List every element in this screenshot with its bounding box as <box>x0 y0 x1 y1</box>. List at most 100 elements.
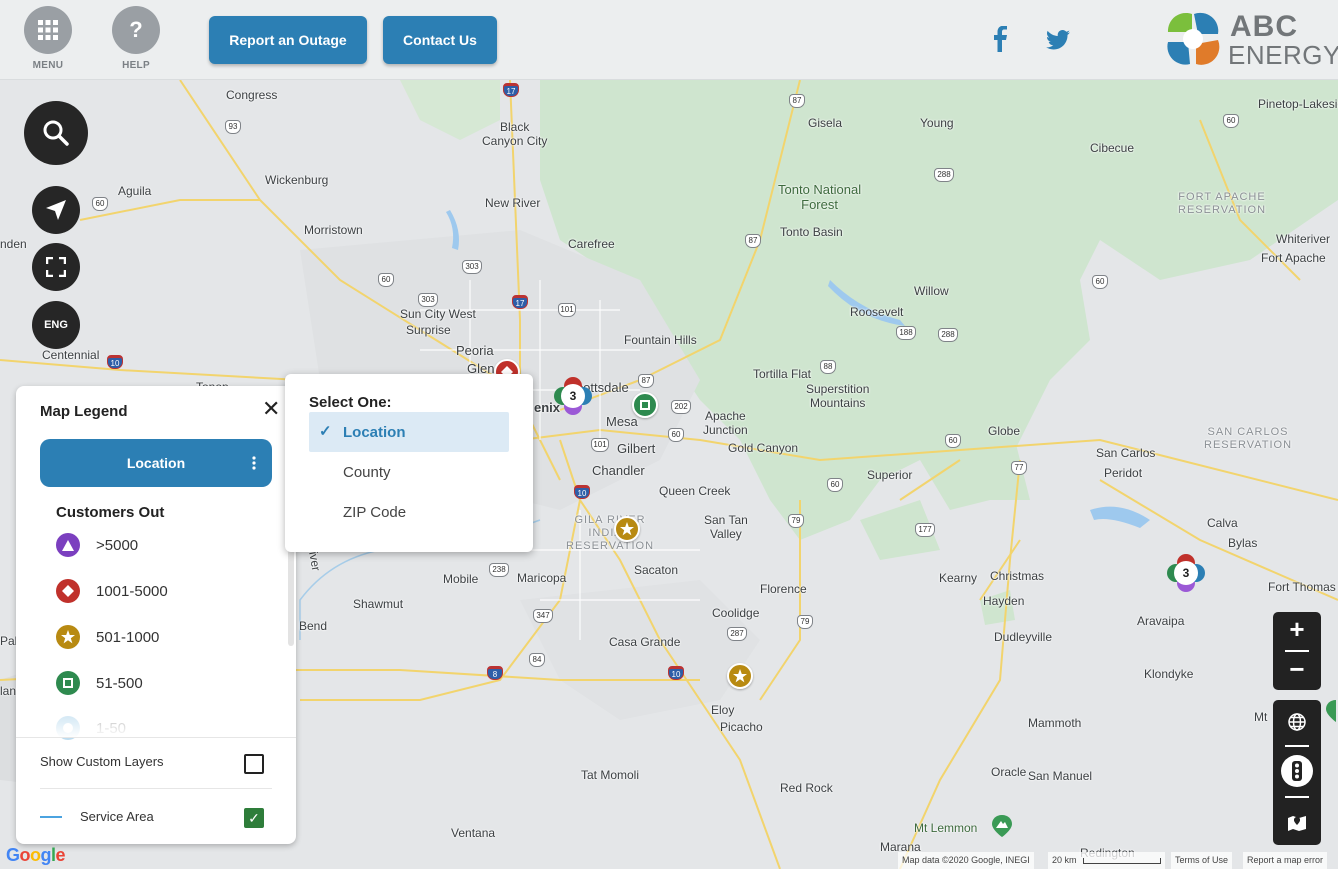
fullscreen-icon <box>46 257 66 277</box>
grid-icon <box>24 6 72 54</box>
mountain-icon <box>1326 700 1338 727</box>
place-label: Morristown <box>304 223 363 237</box>
service-area-checkbox[interactable]: ✓ <box>244 808 264 828</box>
divider <box>1285 650 1309 652</box>
place-label: Eloy <box>711 703 735 717</box>
triangle-icon <box>56 533 80 557</box>
highway-shield: 177 <box>915 523 935 537</box>
square-icon <box>56 671 80 695</box>
menu-label: MENU <box>32 60 64 71</box>
menu-button[interactable]: MENU <box>24 6 72 71</box>
place-label: Mt <box>1254 710 1268 724</box>
highway-shield: 79 <box>797 615 813 629</box>
abc-energy-logo[interactable]: ABC ENERGY <box>1164 10 1338 70</box>
terms-of-use-link[interactable]: Terms of Use <box>1171 852 1233 869</box>
highway-shield: 77 <box>1011 461 1027 475</box>
globe-icon[interactable] <box>1285 710 1309 734</box>
twitter-icon[interactable] <box>1046 30 1070 55</box>
search-button[interactable] <box>24 101 88 165</box>
legend-item: 501-1000 <box>56 625 159 649</box>
place-label: Shawmut <box>353 597 404 611</box>
legend-scroll-fade <box>16 704 296 738</box>
outage-marker-501-1000[interactable] <box>614 516 640 542</box>
place-label: Chandler <box>592 463 645 478</box>
fullscreen-button[interactable] <box>32 243 80 291</box>
check-icon: ✓ <box>319 423 332 440</box>
option-location[interactable]: ✓ Location <box>309 412 509 452</box>
zoom-out-button[interactable]: − <box>1273 654 1321 685</box>
diamond-icon <box>56 579 80 603</box>
map-scale[interactable]: 20 km <box>1048 852 1166 869</box>
place-label: Florence <box>760 582 807 596</box>
place-label: Coolidge <box>712 606 760 620</box>
zoom-control: + − <box>1273 612 1321 690</box>
map-data-attribution: Map data ©2020 Google, INEGI <box>898 852 1034 869</box>
highway-shield: 303 <box>462 260 482 274</box>
outage-cluster[interactable]: 3 <box>554 377 592 415</box>
place-label: lan <box>0 684 17 698</box>
option-label: ZIP Code <box>343 503 407 521</box>
highway-shield: 87 <box>638 374 654 388</box>
show-custom-layers-label: Show Custom Layers <box>40 754 164 769</box>
more-vertical-icon <box>252 456 256 470</box>
place-label: Fort Apache <box>1261 251 1326 265</box>
highway-shield: 10 <box>574 485 590 499</box>
highway-shield: 288 <box>938 328 958 342</box>
place-label: Congress <box>226 88 278 102</box>
highway-shield: 101 <box>558 303 576 317</box>
place-label: Surprise <box>406 323 451 337</box>
help-button[interactable]: ? HELP <box>112 6 160 71</box>
place-label: Peoria <box>456 343 494 358</box>
highway-shield: 101 <box>591 438 609 452</box>
place-label: Whiteriver <box>1276 232 1331 246</box>
map-pin-icon[interactable] <box>1285 810 1309 834</box>
star-icon <box>733 669 747 683</box>
outage-cluster[interactable]: 3 <box>1167 554 1205 592</box>
highway-shield: 188 <box>896 326 916 340</box>
report-map-error-link[interactable]: Report a map error <box>1243 852 1328 869</box>
traffic-light-icon[interactable] <box>1281 755 1313 787</box>
highway-shield: 93 <box>225 120 241 134</box>
close-icon[interactable]: ✕ <box>262 396 280 422</box>
place-label: San Tan Valley <box>704 513 748 541</box>
place-label: Sun City West <box>400 307 476 321</box>
place-label: Tonto National Forest <box>778 182 862 212</box>
highway-shield: 60 <box>945 434 961 448</box>
place-label: Casa Grande <box>609 635 681 649</box>
highway-shield: 60 <box>1092 275 1108 289</box>
place-label: New River <box>485 196 541 210</box>
place-label: Wickenburg <box>265 173 329 187</box>
place-label: Willow <box>914 284 949 298</box>
place-label: Superior <box>867 468 913 482</box>
place-label: Mesa <box>606 414 638 429</box>
locate-me-button[interactable] <box>32 186 80 234</box>
language-button[interactable]: ENG <box>32 301 80 349</box>
facebook-icon[interactable] <box>993 25 1007 57</box>
place-label: Cibecue <box>1090 141 1135 155</box>
option-zip-code[interactable]: ZIP Code <box>309 492 509 532</box>
legend-item-label: 51-500 <box>96 674 143 692</box>
place-label: Peridot <box>1104 466 1143 480</box>
highway-shield: 60 <box>668 428 684 442</box>
place-label: San Manuel <box>1028 769 1093 783</box>
help-label: HELP <box>122 60 150 71</box>
place-label: Red Rock <box>780 781 833 795</box>
zoom-in-button[interactable]: + <box>1273 614 1321 645</box>
contact-us-button[interactable]: Contact Us <box>383 16 497 64</box>
cluster-count: 3 <box>1174 561 1198 585</box>
legend-item-label: 1001-5000 <box>96 582 168 600</box>
service-area-swatch <box>40 816 62 818</box>
report-outage-button[interactable]: Report an Outage <box>209 16 367 64</box>
star-icon <box>56 625 80 649</box>
place-label: Mobile <box>443 572 479 586</box>
legend-item: 51-500 <box>56 671 143 695</box>
logo-text-abc: ABC <box>1230 10 1298 43</box>
place-label: SAN CARLOS RESERVATION <box>1204 426 1293 451</box>
outage-marker-501-1000[interactable] <box>727 663 753 689</box>
view-by-location-button[interactable]: Location <box>40 439 272 487</box>
divider <box>16 737 296 738</box>
show-custom-layers-checkbox[interactable] <box>244 754 264 774</box>
place-label: nden <box>0 237 27 251</box>
option-county[interactable]: County <box>309 452 509 492</box>
outage-marker-51-500[interactable] <box>632 392 658 418</box>
